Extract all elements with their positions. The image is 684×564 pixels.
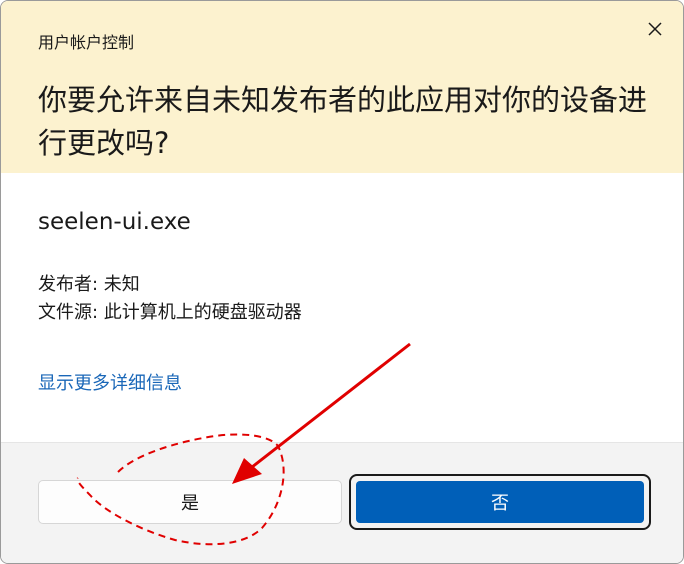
show-more-details-link[interactable]: 显示更多详细信息 bbox=[38, 369, 182, 395]
dialog-question: 你要允许来自未知发布者的此应用对你的设备进行更改吗? bbox=[38, 83, 648, 160]
publisher-line: 发布者: 未知 bbox=[38, 274, 140, 295]
no-button[interactable]: 否 bbox=[356, 481, 644, 523]
program-info: 发布者: 未知 文件源: 此计算机上的硬盘驱动器 bbox=[38, 271, 302, 327]
file-source-line: 文件源: 此计算机上的硬盘驱动器 bbox=[38, 302, 302, 323]
close-icon bbox=[648, 22, 662, 36]
yes-button[interactable]: 是 bbox=[38, 480, 342, 524]
close-button[interactable] bbox=[639, 13, 671, 45]
dialog-app-title: 用户帐户控制 bbox=[38, 33, 135, 52]
program-filename: seelen-ui.exe bbox=[38, 209, 191, 235]
